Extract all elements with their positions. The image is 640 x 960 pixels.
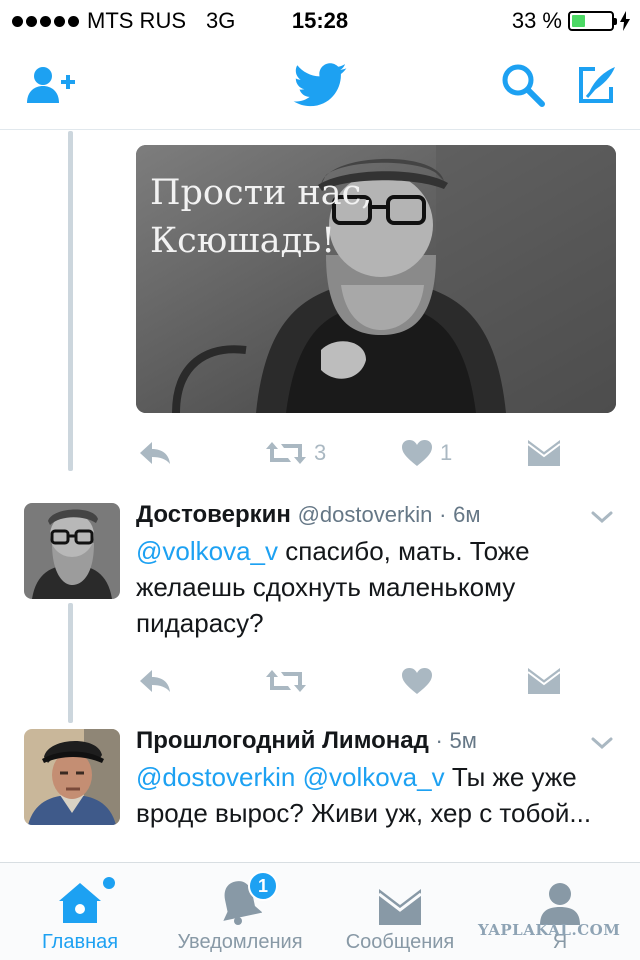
twitter-bird-icon xyxy=(293,63,347,107)
new-content-dot xyxy=(103,877,115,889)
tab-label: Главная xyxy=(41,931,119,953)
tab-label: Уведомления xyxy=(177,931,303,953)
tab-messages[interactable]: Сообщения xyxy=(336,863,464,960)
tab-notifications[interactable]: 1 Уведомления xyxy=(166,863,314,960)
thread-line xyxy=(68,131,73,471)
like-button[interactable] xyxy=(402,661,432,701)
tweet-text: @volkova_v спасибо, мать. Тоже желаешь с… xyxy=(136,533,616,641)
tweet-header: Достоверкин @dostoverkin · 6м xyxy=(136,501,480,529)
tab-me[interactable]: Я xyxy=(520,863,600,960)
chevron-down-icon[interactable] xyxy=(590,731,614,755)
author-name[interactable]: Достоверкин xyxy=(136,501,291,528)
status-bar: MTS RUS 3G 15:28 33 % xyxy=(0,0,640,40)
retweet-icon xyxy=(266,442,306,464)
author-handle[interactable]: @dostoverkin xyxy=(298,502,433,527)
image-caption: Прости нас, Ксюшадь! xyxy=(150,169,372,265)
image-caption-line: Ксюшадь! xyxy=(150,221,336,261)
tab-label: Сообщения xyxy=(345,931,455,953)
chevron-down-icon[interactable] xyxy=(590,505,614,529)
like-count: 1 xyxy=(440,440,453,465)
tab-icon-wrap: 1 xyxy=(218,863,278,925)
envelope-icon xyxy=(528,440,560,466)
direct-message-button[interactable] xyxy=(528,661,560,701)
tweet-actions: 3 1 xyxy=(136,433,606,473)
retweet-button[interactable]: 3 xyxy=(266,433,326,473)
envelope-icon xyxy=(528,668,560,694)
compose-icon xyxy=(579,67,615,103)
search-icon xyxy=(502,64,545,107)
separator-dot: · xyxy=(439,502,447,527)
tweet-actions xyxy=(136,661,606,701)
timeline: Прости нас, Ксюшадь! 3 1 Достоверкин @do… xyxy=(0,131,640,862)
tweet-timestamp: 5м xyxy=(449,728,477,753)
heart-icon xyxy=(402,440,432,466)
watermark-text: YAPLAKAL.COM xyxy=(478,921,621,939)
heart-icon xyxy=(402,668,432,694)
search-button[interactable] xyxy=(496,60,550,110)
battery-icon xyxy=(568,11,617,31)
separator-dot: · xyxy=(435,728,443,753)
battery-percent: 33 % xyxy=(511,8,562,33)
add-user-button[interactable] xyxy=(24,60,78,110)
image-caption-line: Прости нас, xyxy=(150,173,373,213)
envelope-icon xyxy=(379,889,421,925)
tweet-media-image[interactable]: Прости нас, Ксюшадь! xyxy=(136,145,616,413)
like-button[interactable]: 1 xyxy=(402,433,452,473)
battery-fill xyxy=(572,15,585,27)
notification-badge: 1 xyxy=(248,871,278,901)
tab-icon-wrap xyxy=(57,863,115,925)
home-icon xyxy=(59,883,101,923)
top-nav-bar xyxy=(0,40,640,130)
home-logo-button[interactable] xyxy=(290,60,350,110)
compose-button[interactable] xyxy=(570,60,624,110)
avatar[interactable] xyxy=(24,503,120,599)
charging-bolt-icon xyxy=(620,11,630,31)
avatar-image xyxy=(24,503,120,599)
reply-button[interactable] xyxy=(138,661,172,701)
person-plus-icon xyxy=(27,67,75,103)
mention-link[interactable]: @volkova_v xyxy=(136,536,278,566)
avatar[interactable] xyxy=(24,729,120,825)
retweet-icon xyxy=(266,670,306,692)
tab-home[interactable]: Главная xyxy=(30,863,130,960)
retweet-button[interactable] xyxy=(266,661,306,701)
status-right: 33 % xyxy=(512,8,630,34)
retweet-count: 3 xyxy=(314,440,327,465)
reply-icon xyxy=(140,442,170,464)
author-name[interactable]: Прошлогодний Лимонад xyxy=(136,727,429,754)
profile-icon xyxy=(540,883,580,925)
tweet-timestamp: 6м xyxy=(453,502,481,527)
reply-icon xyxy=(140,670,170,692)
tweet-text: @dostoverkin @volkova_v Ты же уже вроде … xyxy=(136,759,616,831)
tweet[interactable]: Прошлогодний Лимонад · 5м @dostoverkin @… xyxy=(0,727,640,862)
tweet-header: Прошлогодний Лимонад · 5м xyxy=(136,727,477,755)
tab-icon-wrap xyxy=(538,863,582,925)
reply-button[interactable] xyxy=(138,433,172,473)
tab-icon-wrap xyxy=(379,863,421,925)
mention-link[interactable]: @dostoverkin xyxy=(136,762,295,792)
avatar-image xyxy=(24,729,120,825)
mention-link[interactable]: @volkova_v xyxy=(303,762,445,792)
bottom-tab-bar: Главная 1 Уведомления Сообщения Я YAPLAK… xyxy=(0,862,640,960)
direct-message-button[interactable] xyxy=(528,433,560,473)
